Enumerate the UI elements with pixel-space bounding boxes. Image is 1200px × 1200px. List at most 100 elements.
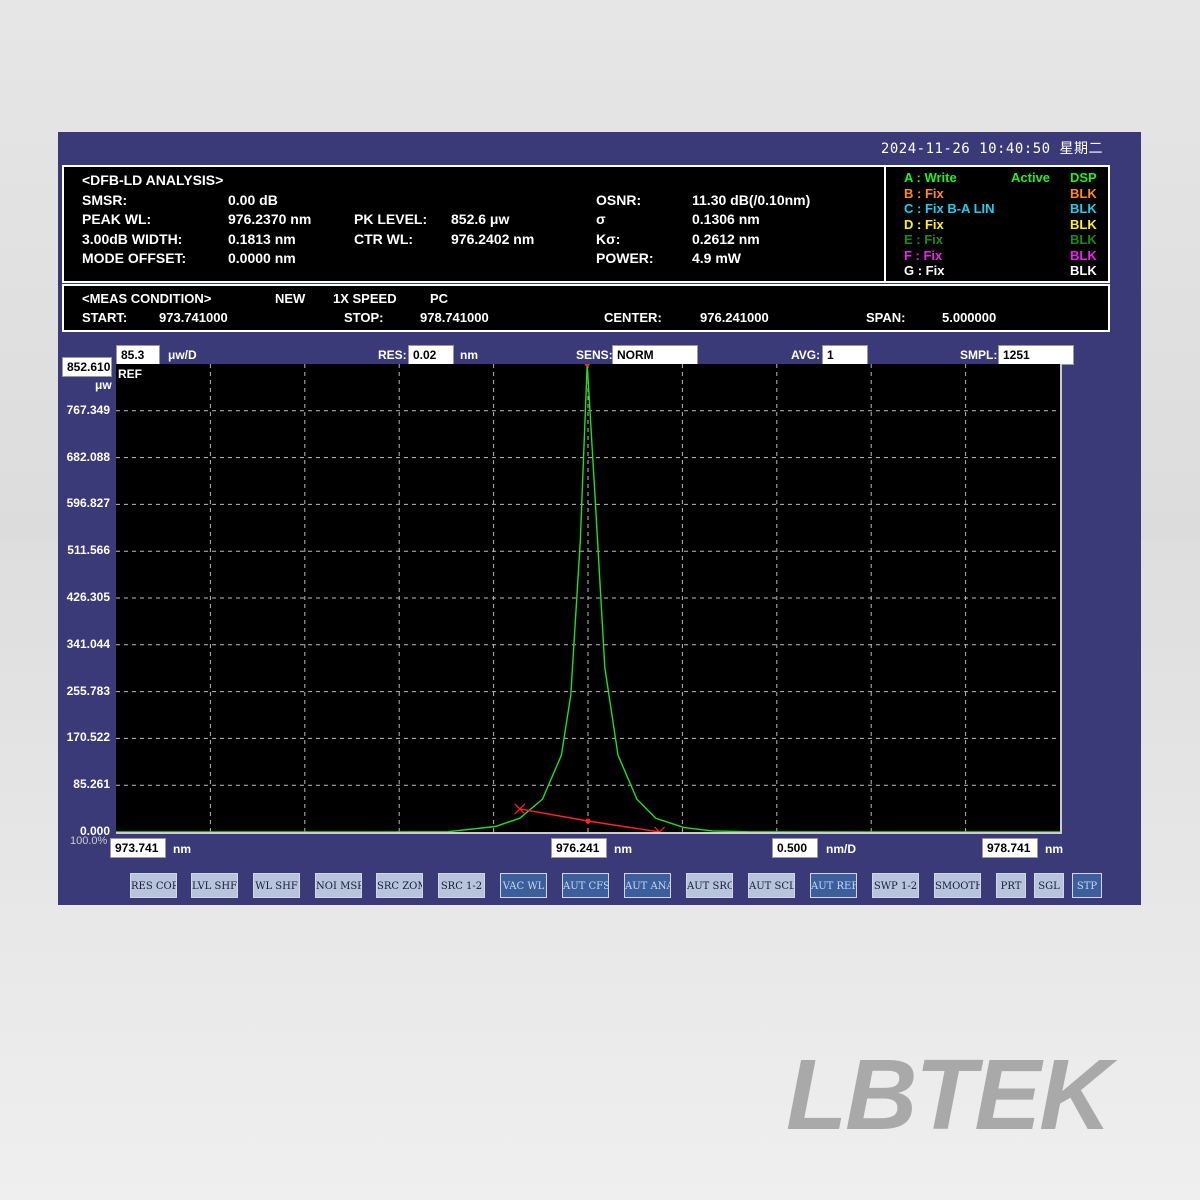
trace-3-mode[interactable]: BLK: [1070, 217, 1097, 233]
percent-label: 100.0%: [70, 835, 108, 847]
y-tick-label: 682.088: [66, 449, 110, 464]
y-tick-label: 255.783: [66, 683, 110, 698]
x-center-unit: nm: [614, 842, 632, 856]
ctr-wl-value: 976.2402 nm: [451, 231, 535, 247]
trace-5-mode[interactable]: BLK: [1070, 248, 1097, 264]
cond-new: NEW: [275, 291, 306, 306]
trace-0-state: Active: [1011, 170, 1051, 185]
smsr-value: 0.00 dB: [228, 192, 278, 208]
trace-1-label[interactable]: B : Fix: [904, 186, 944, 202]
wl-shf-button[interactable]: WL SHF: [253, 873, 300, 898]
trace-5-label[interactable]: F : Fix: [904, 248, 942, 264]
pk-level-value: 852.6 μw: [451, 211, 510, 227]
meas-condition-panel: <MEAS CONDITION> NEW 1X SPEED PC START: …: [62, 284, 1110, 332]
span-value: 5.000000: [942, 310, 997, 325]
sens-field[interactable]: NORM: [612, 345, 698, 365]
avg-field[interactable]: 1: [822, 345, 868, 365]
res-cor-button[interactable]: RES COR: [130, 873, 177, 898]
y-unit: μw: [95, 378, 112, 392]
aut-ref-button[interactable]: AUT REF: [810, 873, 857, 898]
sigma-value: 0.1306 nm: [692, 211, 760, 227]
x-stop-field[interactable]: 978.741: [982, 838, 1038, 858]
trace-4-mode[interactable]: BLK: [1070, 232, 1097, 248]
peak-wl-value: 976.2370 nm: [228, 211, 312, 227]
cond-speed: 1X SPEED: [333, 291, 397, 306]
smooth-button[interactable]: SMOOTH: [934, 873, 981, 898]
res-unit: nm: [460, 348, 478, 362]
smpl-label: SMPL:: [960, 348, 998, 362]
aut-ana-button[interactable]: AUT ANA: [624, 873, 671, 898]
res-field[interactable]: 0.02: [408, 345, 454, 365]
trace-6-mode[interactable]: BLK: [1070, 263, 1097, 279]
trace-0-mode[interactable]: DSP: [1070, 170, 1097, 186]
pk-level-label: PK LEVEL:: [354, 211, 428, 227]
aut-cfs-button[interactable]: AUT CFS: [562, 873, 609, 898]
ref-level-field[interactable]: 852.610: [62, 357, 112, 377]
trace-panel: A : Write Active DSP B : Fix BLK C : Fix B-A …: [884, 165, 1110, 283]
lbtek-logo: LBTEK: [786, 1039, 1111, 1151]
src-zom-button[interactable]: SRC ZOM: [376, 873, 423, 898]
noi-msr-button[interactable]: NOI MSR: [315, 873, 362, 898]
analysis-panel: <DFB-LD ANALYSIS> SMSR: 0.00 dB PEAK WL:…: [62, 165, 886, 283]
y-tick-label: 596.827: [66, 496, 110, 511]
x-start-unit: nm: [173, 842, 191, 856]
aut-scl-button[interactable]: AUT SCL: [748, 873, 795, 898]
ref-label: REF: [118, 367, 142, 381]
x-div-unit: nm/D: [826, 842, 856, 856]
stop-label: STOP:: [344, 310, 384, 325]
stop-value: 978.741000: [420, 310, 489, 325]
width-value: 0.1813 nm: [228, 231, 296, 247]
osnr-value: 11.30 dB(/0.10nm): [692, 192, 811, 208]
y-tick-label: 426.305: [66, 590, 110, 604]
scale-field[interactable]: 85.3: [116, 345, 160, 365]
sigma-label: σ: [596, 211, 606, 227]
prt-button[interactable]: PRT: [996, 873, 1026, 898]
trace-0-label[interactable]: A : Write: [904, 170, 957, 186]
sgl-button[interactable]: SGL: [1034, 873, 1064, 898]
ksigma-value: 0.2612 nm: [692, 231, 760, 247]
spectrum-plot[interactable]: REF: [116, 361, 1062, 838]
res-label: RES:: [378, 348, 407, 362]
vac-wl-button[interactable]: VAC WL: [500, 873, 547, 898]
trace-2-mode[interactable]: BLK: [1070, 201, 1097, 217]
power-label: POWER:: [596, 250, 654, 266]
clock: 2024-11-26 10:40:50 星期二: [880, 141, 1103, 157]
trace-3-label[interactable]: D : Fix: [904, 217, 944, 233]
trace-1-mode[interactable]: BLK: [1070, 186, 1097, 202]
avg-label: AVG:: [791, 348, 821, 362]
y-tick-label: 511.566: [67, 543, 110, 558]
trace-6-label[interactable]: G : Fix: [904, 263, 944, 279]
peak-wl-label: PEAK WL:: [82, 211, 152, 227]
power-value: 4.9 mW: [692, 250, 742, 266]
center-value: 976.241000: [700, 310, 769, 325]
center-label: CENTER:: [604, 310, 662, 325]
ctr-wl-label: CTR WL:: [354, 231, 414, 247]
aut-src-button[interactable]: AUT SRC: [686, 873, 733, 898]
ksigma-label: Kσ:: [596, 231, 621, 247]
swp-1-2-button[interactable]: SWP 1-2: [872, 873, 919, 898]
y-tick-label: 85.261: [73, 777, 110, 792]
src-1-2-button[interactable]: SRC 1-2: [438, 873, 485, 898]
analysis-title: <DFB-LD ANALYSIS>: [82, 172, 224, 188]
y-tick-label: 170.522: [66, 730, 110, 745]
smsr-label: SMSR:: [82, 192, 128, 208]
osnr-label: OSNR:: [596, 192, 642, 208]
start-value: 973.741000: [159, 310, 228, 325]
x-div-field[interactable]: 0.500: [772, 838, 818, 858]
trace-4-label[interactable]: E : Fix: [904, 232, 943, 248]
start-label: START:: [82, 310, 128, 325]
scale-unit: μw/D: [168, 348, 197, 362]
y-tick-label: 767.349: [66, 402, 110, 417]
lvl-shf-button[interactable]: LVL SHF: [191, 873, 238, 898]
mode-offset-value: 0.0000 nm: [228, 250, 296, 266]
trace-2-label[interactable]: C : Fix B-A LIN: [904, 201, 995, 217]
smpl-field[interactable]: 1251: [998, 345, 1074, 365]
sens-label: SENS:: [576, 348, 613, 362]
stp-button[interactable]: STP: [1072, 873, 1102, 898]
x-start-field[interactable]: 973.741: [110, 838, 166, 858]
marker-dot-3: [584, 361, 590, 367]
spectrum-chart: [116, 361, 1061, 838]
x-center-field[interactable]: 976.241: [551, 838, 607, 858]
mode-offset-label: MODE OFFSET:: [82, 250, 187, 266]
osa-screen: 2024-11-26 10:40:50 星期二 <DFB-LD ANALYSIS…: [58, 132, 1141, 905]
